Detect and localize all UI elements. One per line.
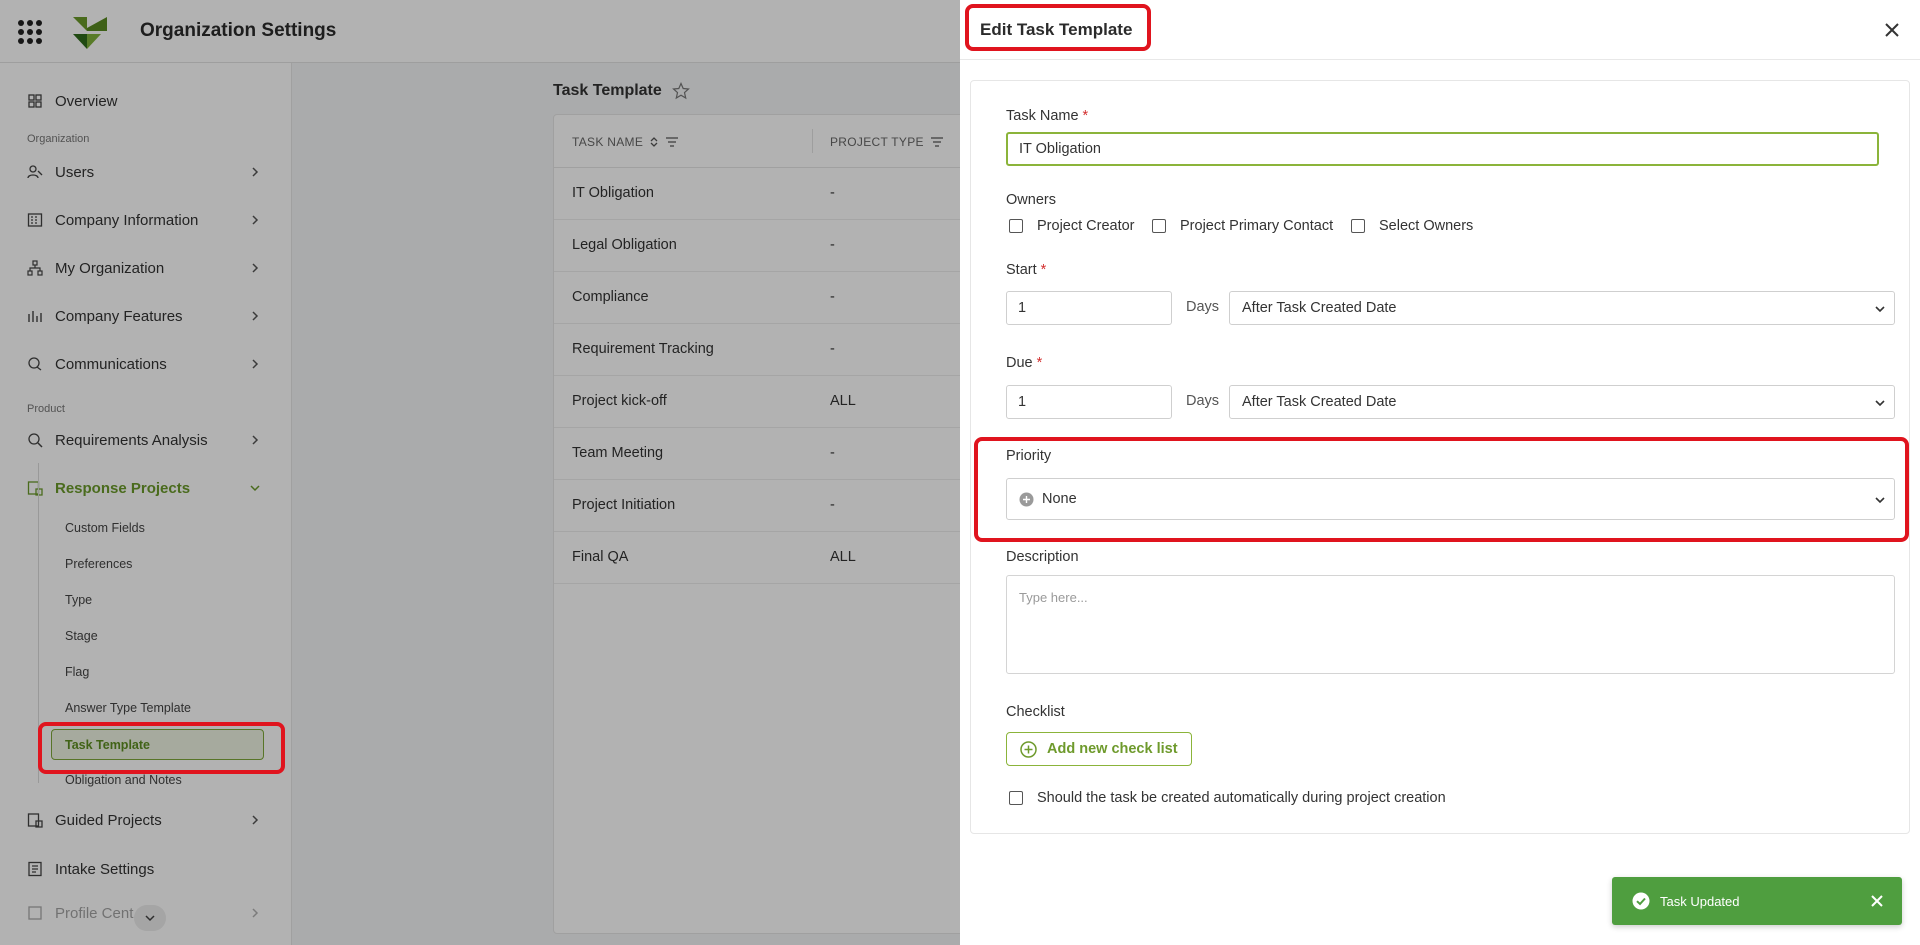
required-mark: *	[1082, 108, 1089, 124]
select-value: None	[1042, 491, 1077, 507]
description-textarea[interactable]: Type here...	[1006, 575, 1895, 674]
checklist-label: Checklist	[1006, 704, 1065, 720]
owner-checkbox-select-owners[interactable]: Select Owners	[1351, 218, 1473, 234]
check-circle-icon	[1632, 892, 1650, 910]
due-relative-select[interactable]: After Task Created Date	[1229, 385, 1895, 419]
chevron-down-icon	[1875, 400, 1885, 407]
label-text: Task Name	[1006, 108, 1079, 124]
required-mark: *	[1036, 355, 1043, 371]
task-template-form: Task Name* Owners Project Creator Projec…	[970, 80, 1910, 834]
chevron-down-icon	[1875, 497, 1885, 504]
modal-backdrop[interactable]	[0, 0, 960, 945]
start-days-input[interactable]	[1006, 291, 1172, 325]
close-icon[interactable]	[1870, 894, 1884, 908]
checkbox-box[interactable]	[1351, 219, 1365, 233]
start-label: Start *	[1006, 262, 1046, 278]
button-label: Add new check list	[1047, 741, 1178, 757]
task-name-input[interactable]	[1006, 132, 1879, 166]
checkbox-label: Project Primary Contact	[1180, 218, 1334, 234]
checkbox-box[interactable]	[1009, 791, 1023, 805]
priority-label: Priority	[1006, 448, 1052, 464]
priority-select[interactable]: None	[1006, 478, 1895, 520]
select-value: After Task Created Date	[1242, 300, 1397, 316]
checkbox-box[interactable]	[1152, 219, 1166, 233]
label-text: Due	[1006, 355, 1033, 371]
drawer-title: Edit Task Template	[980, 20, 1133, 39]
add-checklist-button[interactable]: Add new check list	[1006, 732, 1192, 766]
edit-task-template-drawer: Edit Task Template Task Name* Owners Pro…	[960, 0, 1920, 945]
close-icon[interactable]	[1882, 20, 1902, 40]
required-mark: *	[1040, 262, 1047, 278]
description-label: Description	[1006, 549, 1079, 565]
select-value: After Task Created Date	[1242, 394, 1397, 410]
task-name-label: Task Name *	[1006, 108, 1088, 124]
checkbox-label: Select Owners	[1379, 218, 1474, 234]
due-label: Due *	[1006, 355, 1042, 371]
plus-circle-icon	[1020, 740, 1037, 758]
due-days-unit: Days	[1186, 393, 1220, 409]
owner-checkbox-project-primary-contact[interactable]: Project Primary Contact	[1152, 218, 1333, 234]
checkbox-box[interactable]	[1009, 219, 1023, 233]
chevron-down-icon	[1875, 306, 1885, 313]
checkbox-label: Project Creator	[1037, 218, 1135, 234]
label-text: Start	[1006, 262, 1037, 278]
toast-notification: Task Updated	[1612, 877, 1902, 925]
toast-message: Task Updated	[1660, 893, 1740, 909]
due-days-input[interactable]	[1006, 385, 1172, 419]
checkbox-label: Should the task be created automatically…	[1037, 790, 1446, 806]
priority-none-icon	[1019, 492, 1034, 506]
start-days-unit: Days	[1186, 299, 1220, 315]
drawer-header: Edit Task Template	[960, 0, 1920, 60]
start-relative-select[interactable]: After Task Created Date	[1229, 291, 1895, 325]
auto-create-checkbox[interactable]: Should the task be created automatically…	[1009, 790, 1446, 806]
owner-checkbox-project-creator[interactable]: Project Creator	[1009, 218, 1135, 234]
owners-label: Owners	[1006, 192, 1056, 208]
